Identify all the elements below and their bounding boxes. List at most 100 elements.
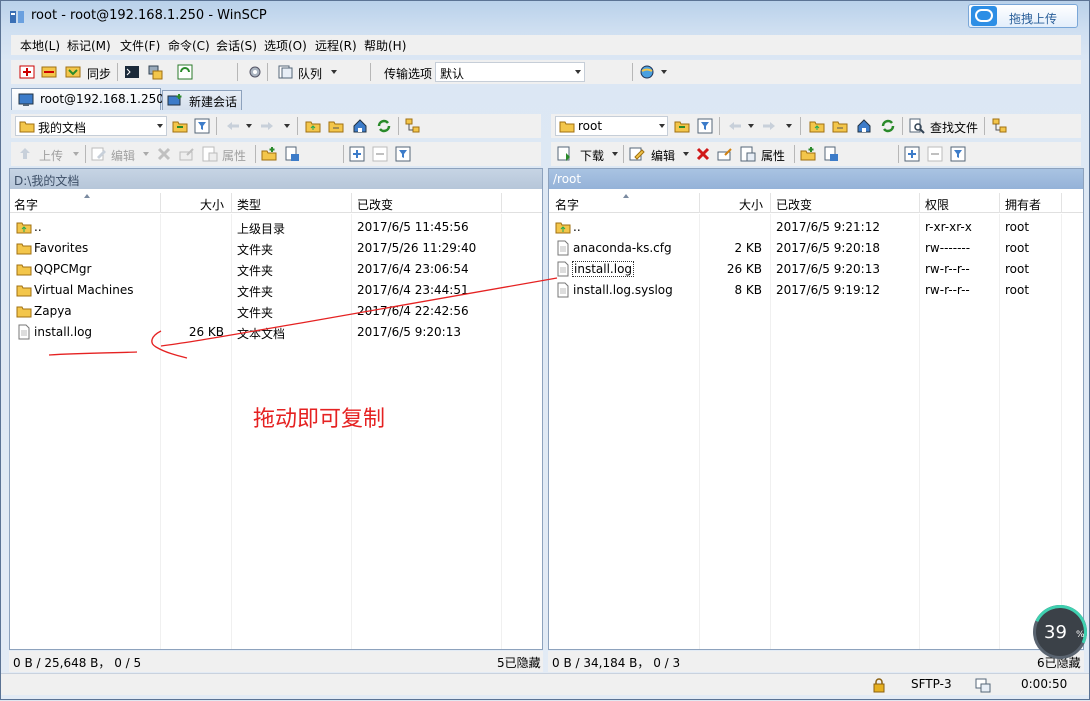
properties-label[interactable]: 属性 bbox=[222, 147, 246, 164]
select-all-plus-icon[interactable] bbox=[904, 146, 920, 162]
forward-arrow-icon[interactable] bbox=[761, 118, 777, 134]
tab-new-session[interactable]: 新建会话 bbox=[162, 90, 242, 110]
edit-dropdown-icon[interactable] bbox=[143, 152, 149, 156]
refresh-icon[interactable] bbox=[880, 118, 896, 134]
find-files-label[interactable]: 查找文件 bbox=[930, 119, 978, 136]
find-files-icon[interactable] bbox=[909, 118, 925, 134]
properties-icon[interactable] bbox=[740, 146, 756, 162]
delete-icon[interactable] bbox=[156, 146, 172, 162]
menu-remote[interactable]: 远程(R) bbox=[315, 37, 357, 54]
col-size[interactable]: 大小 bbox=[739, 196, 763, 213]
left-location-select[interactable]: 我的文档 bbox=[15, 116, 167, 136]
forward-dropdown-icon[interactable] bbox=[786, 124, 792, 128]
filter-icon[interactable] bbox=[194, 118, 210, 134]
edit-label[interactable]: 编辑 bbox=[651, 147, 675, 164]
sync-browse-icon[interactable] bbox=[41, 64, 57, 80]
sites-globe-icon[interactable] bbox=[639, 64, 655, 80]
delete-icon[interactable] bbox=[695, 146, 711, 162]
tab-session-root[interactable]: root@192.168.1.250 bbox=[11, 88, 164, 110]
col-rights[interactable]: 权限 bbox=[925, 196, 949, 213]
menu-file[interactable]: 文件(F) bbox=[120, 37, 160, 54]
new-folder-icon[interactable] bbox=[800, 146, 816, 162]
drag-upload-button[interactable]: 拖拽上传 bbox=[968, 4, 1078, 28]
properties-label[interactable]: 属性 bbox=[761, 147, 785, 164]
back-arrow-icon[interactable] bbox=[727, 118, 743, 134]
open-folder-icon[interactable] bbox=[172, 118, 188, 134]
rename-icon[interactable] bbox=[179, 146, 195, 162]
upload-dropdown-icon[interactable] bbox=[73, 152, 79, 156]
new-file-icon[interactable] bbox=[823, 146, 839, 162]
filter-icon[interactable] bbox=[697, 118, 713, 134]
table-row[interactable]: install.log 26 KB 文本文档 2017/6/5 9:20:13 bbox=[10, 322, 542, 343]
sites-dropdown-icon[interactable] bbox=[661, 70, 667, 74]
new-folder-icon[interactable] bbox=[261, 146, 277, 162]
filter-select-icon[interactable] bbox=[950, 146, 966, 162]
compare-dirs-icon[interactable] bbox=[19, 64, 35, 80]
menu-mark[interactable]: 标记(M) bbox=[67, 37, 111, 54]
edit-label[interactable]: 编辑 bbox=[111, 147, 135, 164]
table-row[interactable]: Virtual Machines 文件夹 2017/6/4 23:44:51 bbox=[10, 280, 542, 301]
table-row[interactable]: Favorites 文件夹 2017/5/26 11:29:40 bbox=[10, 238, 542, 259]
col-size[interactable]: 大小 bbox=[200, 196, 224, 213]
forward-arrow-icon[interactable] bbox=[259, 118, 275, 134]
open-folder-icon[interactable] bbox=[674, 118, 690, 134]
col-changed[interactable]: 已改变 bbox=[357, 196, 393, 213]
back-dropdown-icon[interactable] bbox=[748, 124, 754, 128]
edit-icon[interactable] bbox=[629, 146, 645, 162]
table-row[interactable]: QQPCMgr 文件夹 2017/6/4 23:06:54 bbox=[10, 259, 542, 280]
preferences-gear-icon[interactable] bbox=[247, 64, 263, 80]
filter-select-icon[interactable] bbox=[395, 146, 411, 162]
new-file-icon[interactable] bbox=[284, 146, 300, 162]
transfer-options-select[interactable]: 默认 bbox=[435, 62, 585, 82]
tree-view-icon[interactable] bbox=[405, 118, 421, 134]
sync-label[interactable]: 同步 bbox=[87, 65, 111, 82]
col-changed[interactable]: 已改变 bbox=[776, 196, 812, 213]
back-dropdown-icon[interactable] bbox=[246, 124, 252, 128]
forward-dropdown-icon[interactable] bbox=[284, 124, 290, 128]
parent-dir-icon[interactable] bbox=[305, 118, 321, 134]
refresh-icon[interactable] bbox=[376, 118, 392, 134]
upload-icon[interactable] bbox=[17, 146, 33, 162]
table-row[interactable]: install.log 26 KB 2017/6/5 9:20:13 rw-r--r-… bbox=[549, 259, 1083, 280]
table-row[interactable]: install.log.syslog 8 KB 2017/6/5 9:19:12 rw… bbox=[549, 280, 1083, 301]
parent-dir-icon[interactable] bbox=[809, 118, 825, 134]
select-all-plus-icon[interactable] bbox=[349, 146, 365, 162]
download-dropdown-icon[interactable] bbox=[612, 152, 618, 156]
table-row[interactable]: .. 2017/6/5 9:21:12 r-xr-xr-x root bbox=[549, 217, 1083, 238]
root-dir-icon[interactable] bbox=[328, 118, 344, 134]
queue-dropdown-icon[interactable] bbox=[331, 70, 337, 74]
right-location-select[interactable]: root bbox=[555, 116, 668, 136]
properties-icon[interactable] bbox=[202, 146, 218, 162]
col-name[interactable]: 名字 bbox=[14, 196, 38, 213]
root-dir-icon[interactable] bbox=[832, 118, 848, 134]
tree-view-icon[interactable] bbox=[992, 118, 1008, 134]
progress-widget[interactable]: 39 % bbox=[1025, 597, 1090, 667]
local-hidden-count[interactable]: 5已隐藏 bbox=[497, 654, 541, 671]
putty-icon[interactable] bbox=[147, 64, 163, 80]
table-row[interactable]: anaconda-ks.cfg 2 KB 2017/6/5 9:20:18 rw---… bbox=[549, 238, 1083, 259]
col-name[interactable]: 名字 bbox=[555, 196, 579, 213]
menu-session[interactable]: 会话(S) bbox=[216, 37, 257, 54]
col-owner[interactable]: 拥有者 bbox=[1005, 196, 1041, 213]
menu-help[interactable]: 帮助(H) bbox=[364, 37, 406, 54]
menu-options[interactable]: 选项(O) bbox=[264, 37, 307, 54]
queue-label[interactable]: 队列 bbox=[298, 65, 322, 82]
menu-command[interactable]: 命令(C) bbox=[168, 37, 210, 54]
deselect-minus-icon[interactable] bbox=[927, 146, 943, 162]
back-arrow-icon[interactable] bbox=[225, 118, 241, 134]
table-row[interactable]: Zapya 文件夹 2017/6/4 22:42:56 bbox=[10, 301, 542, 322]
col-type[interactable]: 类型 bbox=[237, 196, 261, 213]
menu-local[interactable]: 本地(L) bbox=[20, 37, 60, 54]
download-label[interactable]: 下载 bbox=[580, 147, 604, 164]
refresh-screen-icon[interactable] bbox=[177, 64, 193, 80]
table-row[interactable]: .. 上级目录 2017/6/5 11:45:56 bbox=[10, 217, 542, 238]
rename-icon[interactable] bbox=[717, 146, 733, 162]
edit-icon[interactable] bbox=[91, 146, 107, 162]
home-icon[interactable] bbox=[856, 118, 872, 134]
terminal-icon[interactable] bbox=[124, 64, 140, 80]
sync-icon[interactable] bbox=[65, 64, 81, 80]
queue-icon[interactable] bbox=[277, 64, 293, 80]
home-icon[interactable] bbox=[352, 118, 368, 134]
deselect-minus-icon[interactable] bbox=[372, 146, 388, 162]
upload-label[interactable]: 上传 bbox=[39, 147, 63, 164]
